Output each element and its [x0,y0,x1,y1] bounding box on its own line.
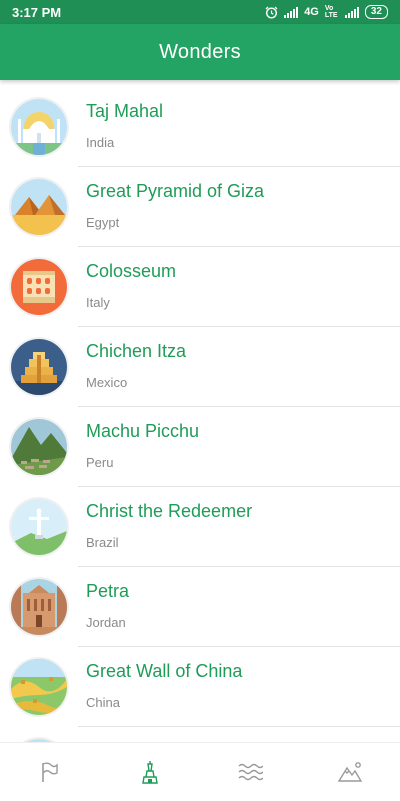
nav-mountains-tab[interactable] [320,750,380,794]
list-item[interactable]: Christ the Redeemer Brazil [0,487,400,567]
wonder-country: Mexico [86,375,128,390]
wonder-name: Machu Picchu [86,421,200,441]
volte-label: Vo LTE [324,5,338,19]
wonder-country: Italy [86,295,110,310]
wonder-name: Petra [86,581,130,601]
machu-picchu-image [11,419,67,475]
wonder-country: Peru [86,455,114,470]
waves-icon [238,763,263,781]
page-title: Wonders [159,40,241,63]
list-item[interactable]: Petra Jordan [0,567,400,647]
wonders-list[interactable]: Taj Mahal India Great Pyramid of Giza Eg… [0,87,400,742]
list-item[interactable]: Chichen Itza Mexico [0,327,400,407]
wonder-name: Great Wall of China [86,661,243,681]
mountains-icon [337,762,363,782]
colosseum-image [11,259,67,315]
signal-icon [284,6,299,18]
pyramid-image [11,179,67,235]
alarm-icon [265,6,278,19]
list-item[interactable]: Taj Mahal India [0,87,400,167]
app-bar: Wonders [0,24,400,80]
wonder-country: Egypt [86,215,120,230]
wonder-country: China [86,695,120,710]
wonder-name: Christ the Redeemer [86,501,253,521]
status-bar: 3:17 PM 4G Vo LTE 32 [0,0,400,24]
taj-mahal-image [11,99,67,155]
nav-flag-tab[interactable] [20,750,80,794]
wonder-name: Chichen Itza [86,341,187,361]
wonder-name: Great Pyramid of Giza [86,181,265,201]
tower-icon [142,761,158,784]
battery-icon: 32 [364,5,388,19]
status-time: 3:17 PM [12,4,62,20]
list-item[interactable]: Great Pyramid of Giza Egypt [0,167,400,247]
list-item[interactable]: Great Wall of China China [0,647,400,727]
wonder-country: India [86,135,115,150]
list-item[interactable]: Colosseum Italy [0,247,400,327]
nav-waves-tab[interactable] [220,750,280,794]
christ-redeemer-image [11,499,67,555]
flag-icon [42,762,58,782]
wonder-name: Colosseum [86,261,177,281]
wonder-name: Taj Mahal [86,101,164,121]
petra-image [11,579,67,635]
chichen-itza-image [11,339,67,395]
bottom-nav [0,742,400,801]
wonder-country: Jordan [86,615,126,630]
signal-icon-2 [344,6,359,18]
wonder-country: Brazil [86,535,119,550]
status-icons: 4G Vo LTE 32 [265,5,388,19]
nav-wonders-tab[interactable] [120,750,180,794]
list-item[interactable]: Machu Picchu Peru [0,407,400,487]
list-item[interactable] [0,727,400,742]
network-type: 4G [304,6,319,18]
great-wall-image [11,659,67,715]
